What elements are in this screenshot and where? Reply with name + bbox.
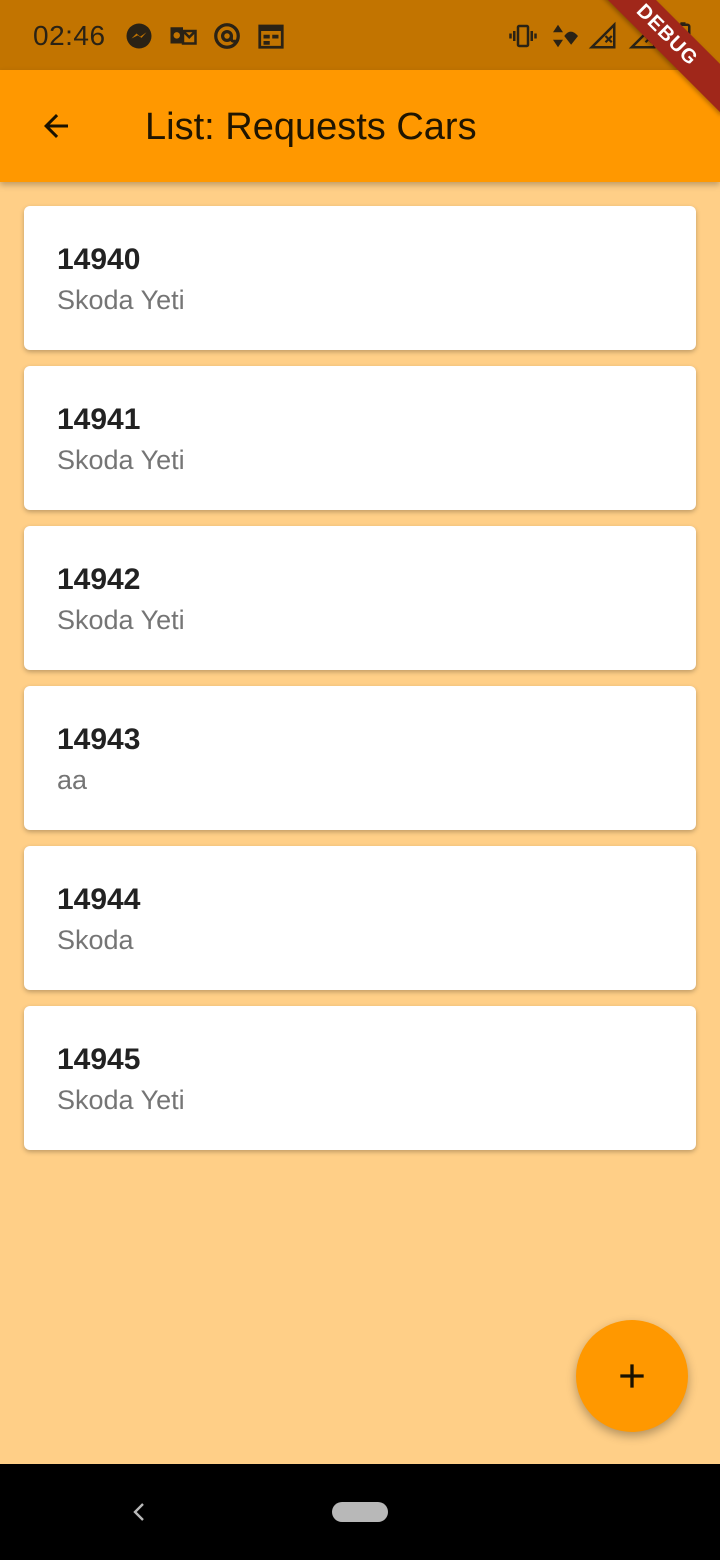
at-sign-icon xyxy=(212,21,242,51)
arrow-back-icon xyxy=(44,114,68,138)
nav-back-icon xyxy=(133,1503,144,1521)
status-bar: 02:46 xyxy=(0,0,720,70)
request-id: 14944 xyxy=(57,883,141,916)
request-card[interactable]: 14941 Skoda Yeti xyxy=(24,366,696,510)
request-card[interactable]: 14940 Skoda Yeti xyxy=(24,206,696,350)
requests-list: 14940 Skoda Yeti 14941 Skoda Yeti 14942 … xyxy=(24,206,696,1166)
request-id: 14940 xyxy=(57,243,141,276)
request-car: Skoda Yeti xyxy=(57,445,185,475)
request-car: Skoda Yeti xyxy=(57,605,185,635)
request-card[interactable]: 14942 Skoda Yeti xyxy=(24,526,696,670)
page-title: List: Requests Cars xyxy=(145,106,477,148)
plus-icon xyxy=(620,1364,644,1388)
request-card[interactable]: 14945 Skoda Yeti xyxy=(24,1006,696,1150)
status-time: 02:46 xyxy=(33,20,106,51)
request-car: Skoda xyxy=(57,925,134,955)
request-id: 14943 xyxy=(57,723,141,756)
vibrate-icon xyxy=(508,21,538,51)
app-bar: List: Requests Cars xyxy=(0,70,720,182)
nav-back-button[interactable] xyxy=(120,1492,160,1532)
outlook-icon xyxy=(168,21,198,51)
request-car: aa xyxy=(57,765,88,795)
request-card[interactable]: 14944 Skoda xyxy=(24,846,696,990)
status-notification-icons xyxy=(124,20,286,52)
request-car: Skoda Yeti xyxy=(57,285,185,315)
back-button[interactable] xyxy=(28,98,84,154)
data-arrows-icon xyxy=(548,21,578,51)
home-pill-icon[interactable] xyxy=(332,1502,388,1522)
request-id: 14945 xyxy=(57,1043,141,1076)
request-car: Skoda Yeti xyxy=(57,1085,185,1115)
request-card[interactable]: 14943 aa xyxy=(24,686,696,830)
messenger-icon xyxy=(124,21,154,51)
calendar-icon xyxy=(256,21,286,51)
add-request-button[interactable] xyxy=(576,1320,688,1432)
request-id: 14941 xyxy=(57,403,141,436)
system-nav-bar xyxy=(0,1464,720,1560)
signal-icon xyxy=(588,21,618,51)
request-id: 14942 xyxy=(57,563,141,596)
